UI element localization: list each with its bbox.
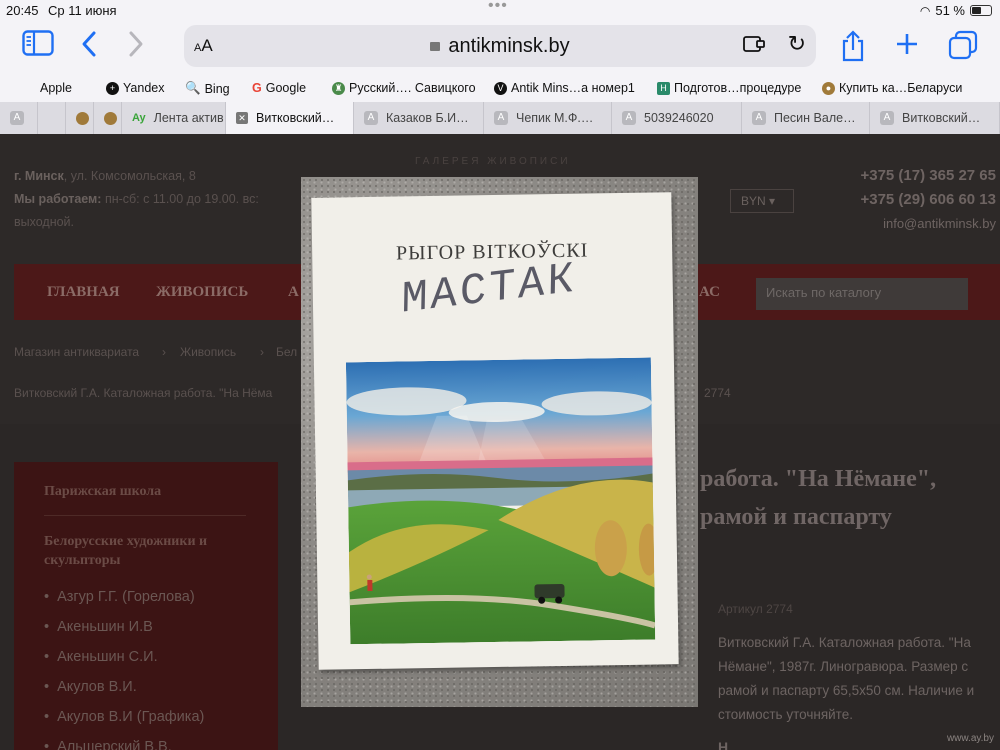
address-bar[interactable]: AA antikminsk.by ↻ xyxy=(184,25,816,67)
tab-pinned-4[interactable] xyxy=(94,102,122,134)
tab-vitkovsky-active[interactable]: ✕ Витковский… xyxy=(226,102,354,134)
share-icon[interactable] xyxy=(840,30,866,70)
sidebar-heading-paris[interactable]: Парижская школа xyxy=(44,484,161,500)
battery-percent: 51 % xyxy=(935,3,965,18)
page-title-line: Витковский Г.А. Каталожная работа. "На Н… xyxy=(14,386,273,400)
browser-toolbar: AA antikminsk.by ↻ xyxy=(0,22,1000,76)
book-cover: РЫГОР ВІТКОЎСКІ МАСТАК xyxy=(311,192,679,670)
product-title-2: рамой и паспарту xyxy=(700,504,892,530)
tab-vitkovsky-2[interactable]: A Витковский… xyxy=(870,102,1000,134)
yandex-icon: + xyxy=(106,81,119,95)
nav-a[interactable]: А xyxy=(288,284,299,301)
h-logo-icon: H xyxy=(657,81,670,95)
status-date: Ср 11 июня xyxy=(48,3,117,18)
favorite-procedure[interactable]: H Подготов…процедуре xyxy=(657,81,801,95)
back-icon[interactable] xyxy=(80,30,98,66)
breadcrumb-sep: › xyxy=(162,345,166,359)
image-lightbox[interactable]: РЫГОР ВІТКОЎСКІ МАСТАК xyxy=(301,177,698,707)
product-description: Витковский Г.А. Каталожная работа. "На Н… xyxy=(718,635,975,722)
tab-pinned-1[interactable]: A xyxy=(0,102,38,134)
favorite-google[interactable]: G Google xyxy=(252,81,306,95)
url-text: antikminsk.by xyxy=(448,35,570,57)
antik-logo-icon: V xyxy=(494,81,507,95)
close-tab-icon[interactable]: ✕ xyxy=(236,112,248,124)
favorite-antikminsk[interactable]: V Antik Mins…а номер1 xyxy=(494,81,635,95)
sidebar-item[interactable]: Акулов В.И. xyxy=(44,679,137,695)
favorite-buy[interactable]: ● Купить ка…Беларуси xyxy=(822,81,962,95)
forward-icon[interactable] xyxy=(127,30,145,66)
tab-kazakov[interactable]: A Казаков Б.И… xyxy=(354,102,484,134)
nav-as[interactable]: АС xyxy=(699,284,720,301)
battery-icon xyxy=(970,5,992,16)
museum-icon: ♜ xyxy=(332,81,345,95)
tab-number[interactable]: A 5039246020 xyxy=(612,102,742,134)
hours-line: Мы работаем: пн-сб: с 11.00 до 19.00. вс… xyxy=(14,192,259,206)
site-icon: A xyxy=(752,111,766,125)
coin-icon: ● xyxy=(822,81,835,95)
coin-icon xyxy=(76,111,89,125)
status-bar: 20:45 Ср 11 июня ••• ◠ 51 % xyxy=(0,0,1000,22)
tab-feed[interactable]: AyЛента актив… xyxy=(122,102,226,134)
new-tab-icon[interactable] xyxy=(895,30,919,64)
sidebar-item[interactable]: Азгур Г.Г. (Горелова) xyxy=(44,589,195,605)
multitask-dots-icon[interactable]: ••• xyxy=(488,0,508,15)
sidebar-item[interactable]: Акулов В.И (Графика) xyxy=(44,709,204,725)
coin-icon xyxy=(104,111,117,125)
extensions-icon[interactable] xyxy=(742,34,766,59)
tab-bar: A AyЛента актив… ✕Витковский… AКазаков Б… xyxy=(0,102,1000,134)
product-article: Артикул 2774 xyxy=(718,602,793,616)
site-icon: A xyxy=(880,111,894,125)
product-more: Н xyxy=(718,739,729,750)
landscape-painting xyxy=(345,357,656,645)
favorite-bing[interactable]: 🔍 Bing xyxy=(185,81,230,96)
sidebar-heading-belarus[interactable]: Белорусские художники и скульпторы xyxy=(44,532,254,570)
favorite-apple[interactable]: Apple xyxy=(36,81,72,95)
site-icon: A xyxy=(494,111,508,125)
site-icon: A xyxy=(622,111,636,125)
site-icon: A xyxy=(10,111,24,125)
favorite-savitsky[interactable]: ♜ Русский…. Савицкого xyxy=(332,81,476,95)
favorite-yandex[interactable]: + Yandex xyxy=(106,81,164,95)
email-link[interactable]: info@antikminsk.by xyxy=(883,216,996,231)
search-icon: 🔍 xyxy=(185,81,201,95)
reload-icon[interactable]: ↻ xyxy=(788,31,806,57)
gallery-caption: ГАЛЕРЕЯ ЖИВОПИСИ xyxy=(415,156,571,167)
wifi-icon: ◠ xyxy=(919,3,931,18)
tab-pesin[interactable]: A Песин Вале… xyxy=(742,102,870,134)
phone-2[interactable]: +375 (29) 606 60 13 xyxy=(860,191,996,208)
currency-select[interactable]: BYN ▾ xyxy=(730,189,794,213)
breadcrumb-sep: › xyxy=(260,345,264,359)
sidebar-item[interactable]: Акеньшин С.И. xyxy=(44,649,158,665)
favorites-bar: Apple + Yandex 🔍 Bing G Google ♜ Русский…. С… xyxy=(0,76,1000,102)
sidebar-toggle-icon[interactable] xyxy=(22,30,54,64)
tab-pinned-2[interactable] xyxy=(38,102,66,134)
ay-icon: Ay xyxy=(132,112,146,124)
phone-1[interactable]: +375 (17) 365 27 65 xyxy=(860,167,996,184)
nav-painting[interactable]: ЖИВОПИСЬ xyxy=(156,284,248,301)
divider xyxy=(44,515,246,516)
nav-home[interactable]: ГЛАВНАЯ xyxy=(47,284,120,301)
address-line: г. Минск, ул. Комсомольская, 8 xyxy=(14,169,196,183)
search-input[interactable]: Искать по каталогу xyxy=(756,278,968,310)
product-title-1: работа. "На Нёмане", xyxy=(700,466,937,492)
breadcrumb-shop[interactable]: Магазин антиквариата xyxy=(14,345,139,359)
sidebar-item[interactable]: Акеньшин И.В xyxy=(44,619,153,635)
book-author: РЫГОР ВІТКОЎСКІ xyxy=(395,239,589,265)
site-icon: A xyxy=(364,111,378,125)
breadcrumb-painting[interactable]: Живопись xyxy=(180,345,236,359)
watermark: www.ay.by xyxy=(946,733,994,744)
google-icon: G xyxy=(252,81,262,95)
sidebar-item[interactable]: Альшерский В.В. xyxy=(44,739,172,750)
status-time: 20:45 xyxy=(6,3,39,18)
category-sidebar: Парижская школа Белорусские художники и … xyxy=(14,462,278,750)
tabs-overview-icon[interactable] xyxy=(948,30,978,68)
breadcrumb-bel[interactable]: Бел xyxy=(276,345,297,359)
dayoff-line: выходной. xyxy=(14,215,75,229)
tab-pinned-3[interactable] xyxy=(66,102,94,134)
lock-icon xyxy=(430,42,441,51)
page-title-line-end: 2774 xyxy=(704,386,731,400)
tab-chepik[interactable]: A Чепик М.Ф.… xyxy=(484,102,612,134)
